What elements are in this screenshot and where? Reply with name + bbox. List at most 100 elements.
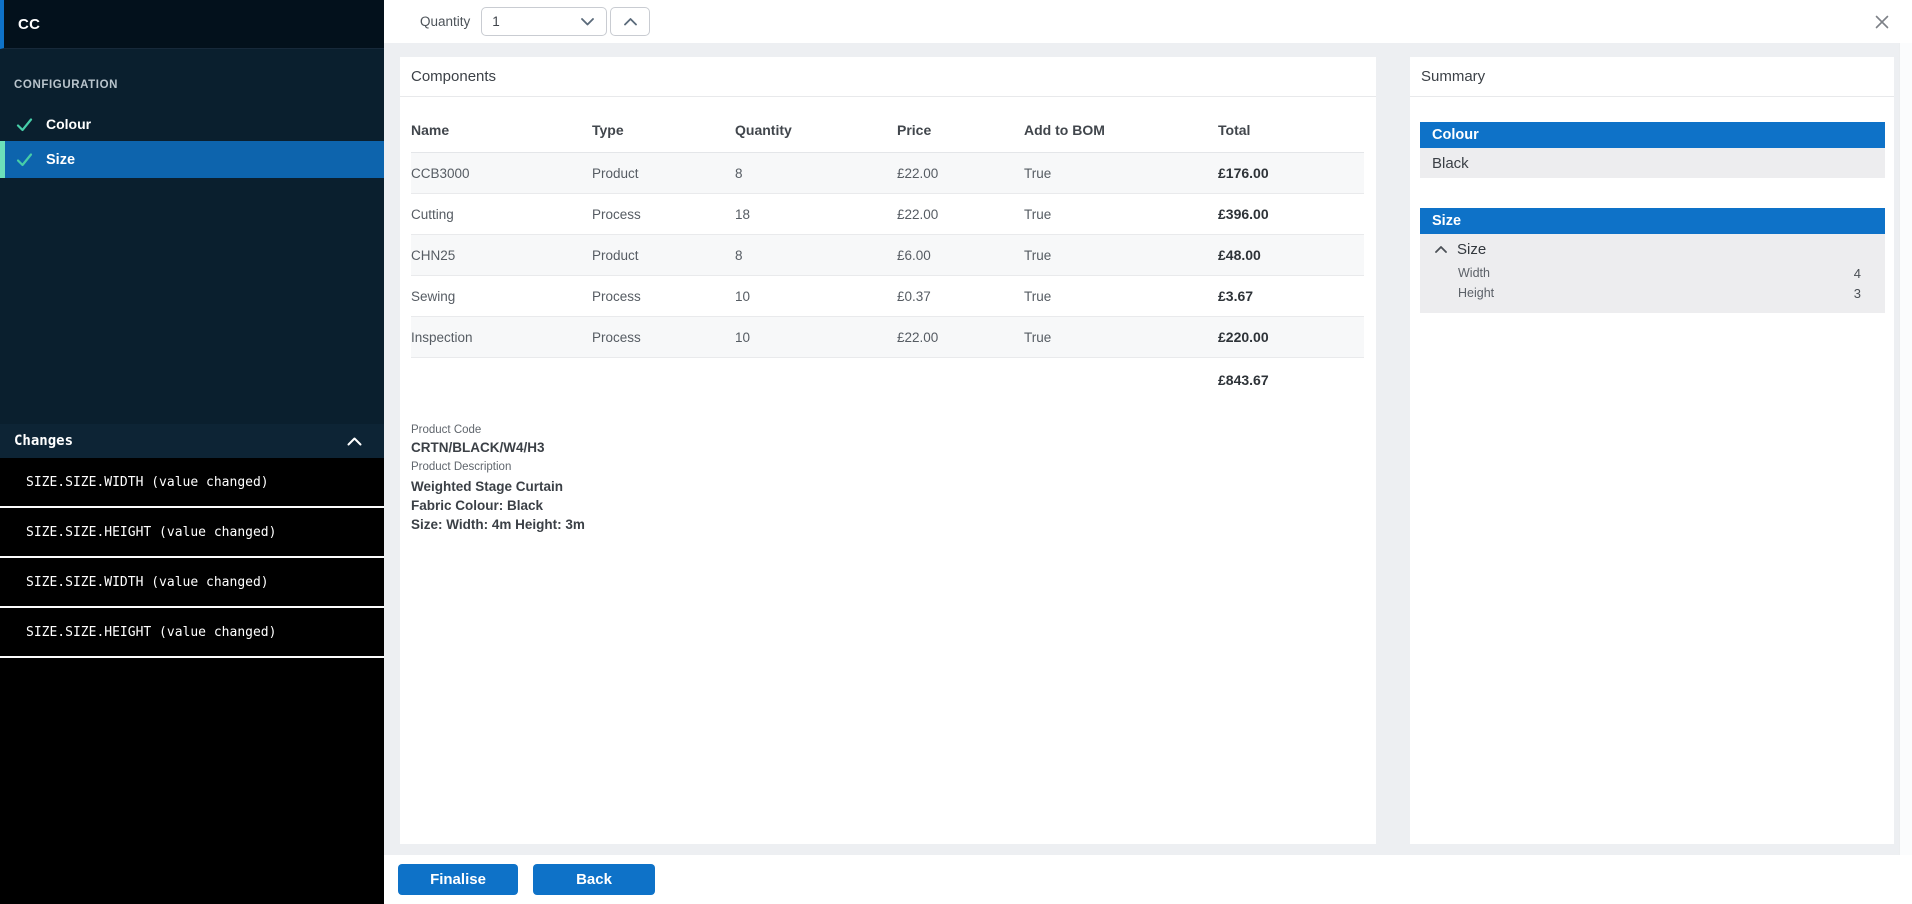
summary-section: Size Size Width 4 Height 3	[1420, 208, 1885, 313]
table-cell: £0.37	[897, 289, 1024, 304]
table-row: CCB3000Product8£22.00True£176.00	[411, 153, 1364, 194]
table-cell: CHN25	[411, 248, 592, 263]
sidebar-item-label: Colour	[46, 116, 91, 132]
summary-value: Black	[1420, 148, 1885, 178]
attribute-row: Width 4	[1420, 263, 1885, 283]
attribute-value: 4	[1854, 266, 1861, 281]
table-cell: Product	[592, 166, 735, 181]
grand-total-row: £843.67	[411, 358, 1364, 404]
table-cell: £6.00	[897, 248, 1024, 263]
summary-section-header: Colour	[1420, 122, 1885, 148]
sidebar-item-colour[interactable]: Colour	[0, 107, 384, 141]
chevron-up-icon	[1435, 246, 1447, 253]
table-cell: 8	[735, 166, 897, 181]
product-description-line: Fabric Colour: Black	[411, 496, 1376, 515]
attribute-name: Width	[1458, 266, 1490, 280]
components-title: Components	[400, 57, 1376, 97]
column-header: Name	[411, 122, 592, 138]
table-body: CCB3000Product8£22.00True£176.00CuttingP…	[411, 153, 1364, 358]
finalise-button[interactable]: Finalise	[398, 864, 518, 895]
configuration-nav: Colour Size	[0, 107, 384, 178]
summary-group-label: Size	[1457, 241, 1486, 258]
change-item: SIZE.SIZE.HEIGHT (value changed)	[0, 508, 384, 558]
change-item: SIZE.SIZE.WIDTH (value changed)	[0, 458, 384, 508]
table-header-row: NameTypeQuantityPriceAdd to BOMTotal	[411, 97, 1364, 153]
quantity-value: 1	[492, 14, 500, 29]
summary-section-header: Size	[1420, 208, 1885, 234]
table-cell: 10	[735, 289, 897, 304]
table-cell: True	[1024, 248, 1218, 263]
table-cell: Product	[592, 248, 735, 263]
column-header: Quantity	[735, 122, 897, 138]
grand-total-value: £843.67	[1218, 372, 1364, 388]
table-cell: True	[1024, 207, 1218, 222]
table-cell: £220.00	[1218, 329, 1364, 345]
table-cell: 10	[735, 330, 897, 345]
attribute-row: Height 3	[1420, 283, 1885, 303]
table-cell: True	[1024, 289, 1218, 304]
attribute-value: 3	[1854, 286, 1861, 301]
table-row: CuttingProcess18£22.00True£396.00	[411, 194, 1364, 235]
table-cell: 8	[735, 248, 897, 263]
components-table: NameTypeQuantityPriceAdd to BOMTotal CCB…	[411, 97, 1364, 404]
changes-header[interactable]: Changes	[0, 424, 384, 458]
table-cell: Process	[592, 289, 735, 304]
table-cell: £396.00	[1218, 206, 1364, 222]
product-description-line: Size: Width: 4m Height: 3m	[411, 515, 1376, 534]
sidebar-item-size[interactable]: Size	[0, 141, 384, 178]
back-button[interactable]: Back	[533, 864, 655, 895]
table-cell: £3.67	[1218, 288, 1364, 304]
table-cell: £176.00	[1218, 165, 1364, 181]
topbar: Quantity 1	[384, 0, 1912, 43]
table-cell: Inspection	[411, 330, 592, 345]
table-row: SewingProcess10£0.37True£3.67	[411, 276, 1364, 317]
summary-group-header[interactable]: Size	[1420, 234, 1885, 263]
table-cell: CCB3000	[411, 166, 592, 181]
table-cell: True	[1024, 330, 1218, 345]
product-description-line: Weighted Stage Curtain	[411, 477, 1376, 496]
quantity-label: Quantity	[420, 14, 470, 29]
chevron-up-icon	[624, 18, 637, 26]
quantity-increment-button[interactable]	[610, 7, 650, 36]
summary-card: Summary ColourBlack Size Size Width 4 Height 3	[1410, 57, 1894, 844]
change-item: SIZE.SIZE.HEIGHT (value changed)	[0, 608, 384, 658]
column-header: Type	[592, 122, 735, 138]
chevron-up-icon	[347, 437, 362, 446]
footer: Finalise Back	[384, 855, 1912, 904]
table-cell: £22.00	[897, 207, 1024, 222]
app-brand: CC	[0, 0, 384, 49]
configuration-section-title: CONFIGURATION	[0, 49, 384, 91]
attribute-name: Height	[1458, 286, 1494, 300]
column-header: Total	[1218, 122, 1364, 138]
product-code-label: Product Code	[411, 424, 1376, 436]
summary-title: Summary	[1410, 57, 1894, 97]
table-cell: Process	[592, 207, 735, 222]
sidebar: CC CONFIGURATION Colour Size Changes SIZE…	[0, 0, 384, 904]
components-card: Components NameTypeQuantityPriceAdd to B…	[400, 57, 1376, 844]
quantity-select[interactable]: 1	[481, 7, 607, 36]
product-description: Weighted Stage CurtainFabric Colour: Bla…	[411, 477, 1376, 534]
table-row: InspectionProcess10£22.00True£220.00	[411, 317, 1364, 358]
scrollbar[interactable]	[1899, 43, 1912, 855]
product-description-label: Product Description	[411, 461, 1376, 473]
table-cell: £22.00	[897, 330, 1024, 345]
changes-title: Changes	[14, 433, 73, 449]
table-cell: 18	[735, 207, 897, 222]
close-icon	[1875, 15, 1889, 29]
changes-list: SIZE.SIZE.WIDTH (value changed)SIZE.SIZE…	[0, 458, 384, 904]
table-cell: True	[1024, 166, 1218, 181]
summary-section: ColourBlack	[1420, 122, 1885, 178]
check-icon	[16, 152, 33, 167]
table-cell: £22.00	[897, 166, 1024, 181]
sidebar-item-label: Size	[46, 152, 75, 168]
close-button[interactable]	[1873, 13, 1891, 31]
check-icon	[16, 117, 33, 132]
column-header: Add to BOM	[1024, 122, 1218, 138]
summary-body: ColourBlack Size Size Width 4 Height 3	[1410, 97, 1894, 313]
table-cell: Cutting	[411, 207, 592, 222]
summary-group: Size Width 4 Height 3	[1420, 234, 1885, 313]
product-info: Product Code CRTN/BLACK/W4/H3 Product De…	[411, 424, 1376, 534]
sidebar-spacer	[0, 178, 384, 424]
table-cell: Process	[592, 330, 735, 345]
table-row: CHN25Product8£6.00True£48.00	[411, 235, 1364, 276]
